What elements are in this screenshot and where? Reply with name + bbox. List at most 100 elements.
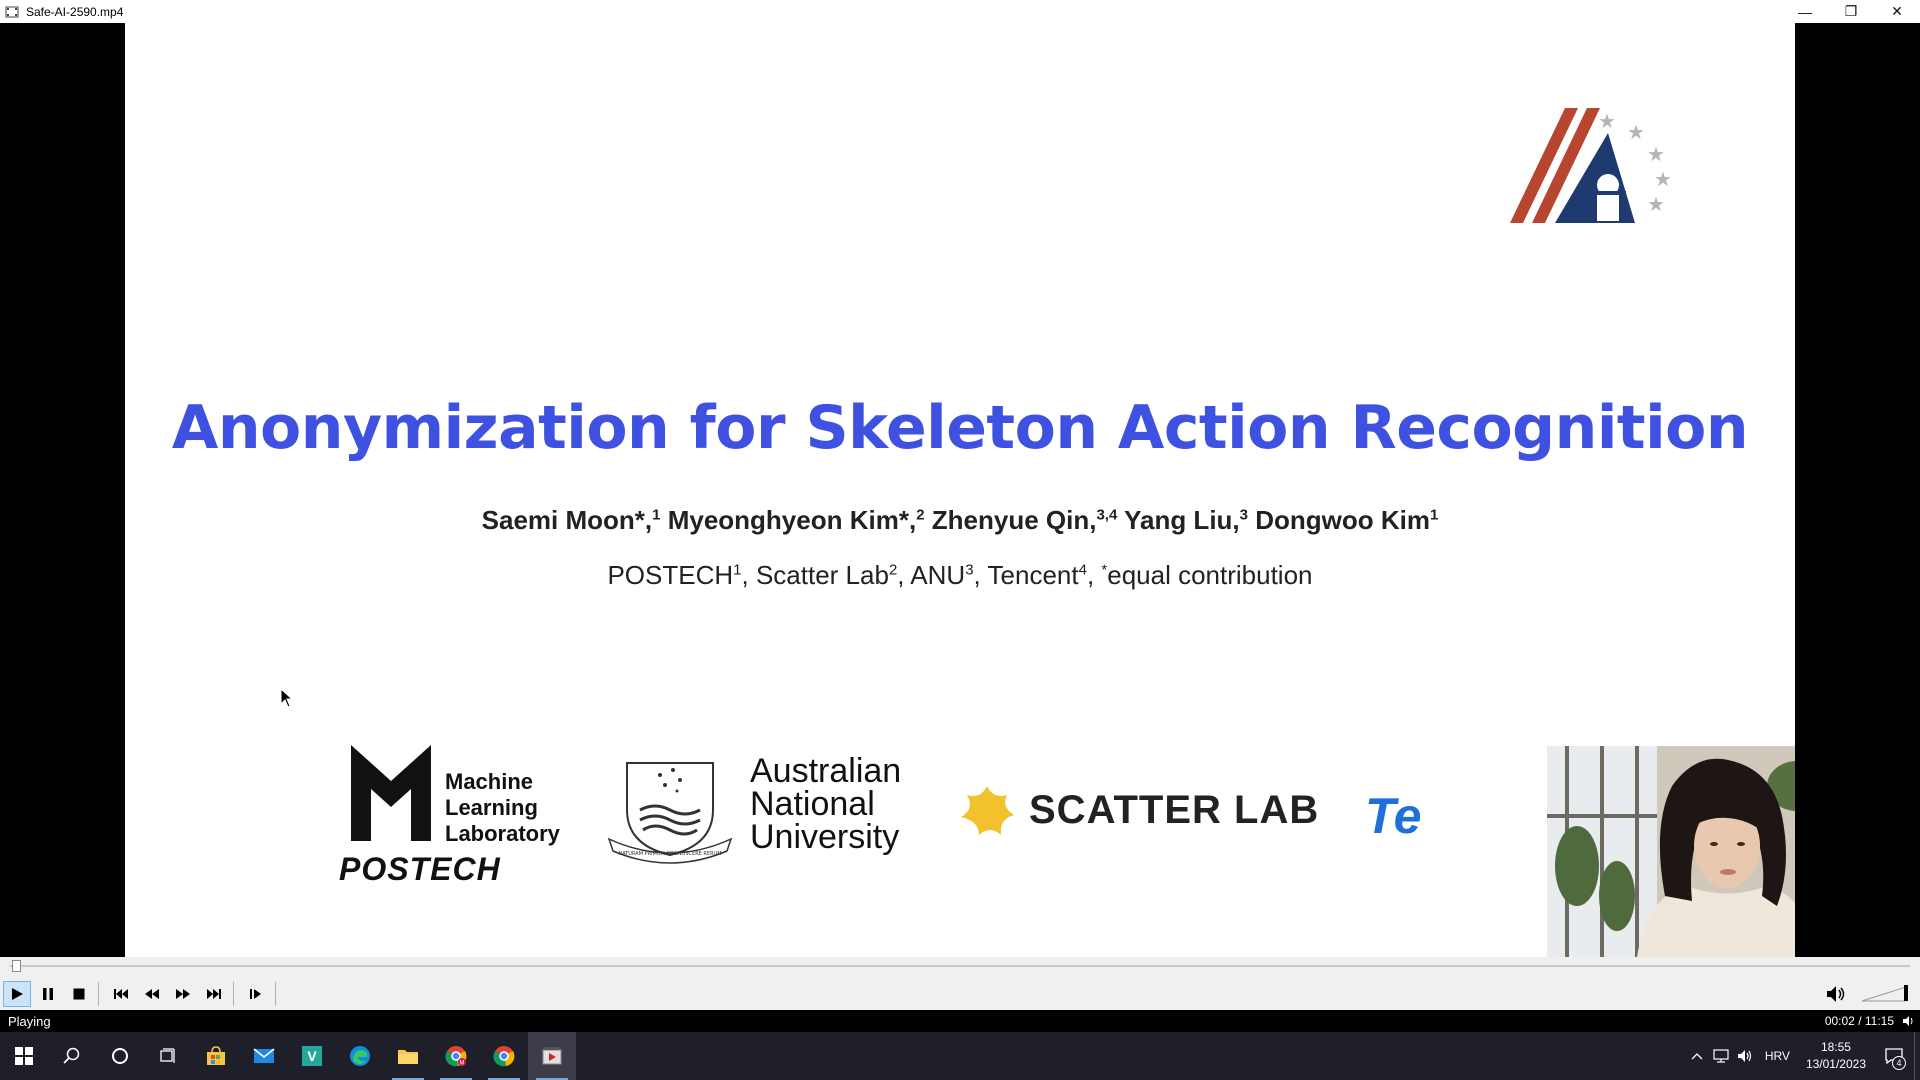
postech-wordmark: POSTECH [339, 851, 501, 887]
video-area[interactable]: ★ ★ ★ ★ ★ Anonymization for Skeleton Act… [0, 23, 1920, 957]
windows-taskbar: V M HRV 18:55 13/01/2023 4 [0, 1032, 1920, 1080]
volume-tray-button[interactable] [1733, 1032, 1757, 1080]
cortana-button[interactable] [96, 1032, 144, 1080]
affiliation-mark: 3 [965, 561, 974, 579]
taskbar-edge[interactable] [336, 1032, 384, 1080]
author-name: Saemi Moon*, [481, 505, 653, 535]
anu-line1: Australian [750, 752, 902, 790]
taskbar-chrome[interactable] [480, 1032, 528, 1080]
author-name: Dongwoo Kim [1255, 505, 1430, 535]
rewind-button[interactable] [138, 981, 166, 1007]
scatter-lab-wordmark: SCATTER LAB [1029, 788, 1320, 832]
frame-step-icon [250, 988, 261, 999]
task-view-icon [160, 1048, 175, 1063]
author-name: Myeonghyeon Kim*, [667, 505, 917, 535]
playback-controls [0, 977, 1920, 1010]
system-tray: HRV 18:55 13/01/2023 4 [1685, 1032, 1920, 1080]
window-title: Safe-AI-2590.mp4 [26, 4, 124, 19]
taskbar-media-player[interactable] [528, 1032, 576, 1080]
mll-line2: Learning [445, 795, 538, 820]
folder-icon [398, 1050, 418, 1064]
seek-thumb[interactable] [11, 960, 21, 972]
restore-button[interactable]: ❐ [1828, 0, 1874, 23]
seek-track[interactable] [10, 965, 1910, 967]
volume-slider[interactable] [1860, 983, 1910, 1003]
mail-envelope-icon [253, 1048, 275, 1063]
fast-forward-button[interactable] [169, 981, 197, 1007]
taskbar-file-explorer[interactable] [384, 1032, 432, 1080]
scatter-star-icon [961, 786, 1014, 835]
mll-line3: Laboratory [445, 821, 560, 846]
taskbar-clock[interactable]: 18:55 13/01/2023 [1798, 1039, 1874, 1073]
equal-contribution-text: equal contribution [1107, 560, 1313, 590]
mll-m-icon [351, 745, 431, 841]
show-desktop-button[interactable] [1914, 1032, 1920, 1080]
mute-button[interactable] [1824, 981, 1850, 1007]
svg-text:★: ★ [1647, 192, 1665, 216]
taskbar-search-button[interactable] [48, 1032, 96, 1080]
v-app-icon: V [302, 1046, 322, 1066]
play-button[interactable] [3, 980, 31, 1007]
taskbar-chrome-profile[interactable]: M [432, 1032, 480, 1080]
seek-bar[interactable] [0, 957, 1920, 977]
author-name: Yang Liu, [1124, 505, 1240, 535]
svg-text:★: ★ [1647, 142, 1665, 166]
tray-overflow-button[interactable] [1685, 1032, 1709, 1080]
start-button[interactable] [0, 1032, 48, 1080]
rewind-icon [145, 988, 159, 999]
svg-text:M: M [460, 1061, 465, 1067]
skip-next-icon [207, 988, 221, 999]
slide-authors: Saemi Moon*, 1 Myeonghyeon Kim*,2 Zhenyue… [125, 505, 1795, 536]
author-name: Zhenyue Qin, [931, 505, 1097, 535]
media-player-icon [542, 1047, 562, 1065]
affiliation-name: Scatter Lab [755, 560, 889, 590]
taskbar-mail[interactable] [240, 1032, 288, 1080]
chrome-profile-icon: M [445, 1046, 467, 1067]
affiliation-mark: 4 [1078, 561, 1087, 579]
network-icon [1713, 1049, 1729, 1063]
pause-button[interactable] [34, 981, 62, 1007]
network-button[interactable] [1709, 1032, 1733, 1080]
action-center-button[interactable]: 4 [1874, 1032, 1914, 1080]
slide-title: Anonymization for Skeleton Action Recogn… [171, 393, 1749, 463]
search-icon [63, 1047, 80, 1064]
next-button[interactable] [200, 981, 228, 1007]
time-display: 00:02 / 11:15 [1824, 1014, 1894, 1028]
affiliation-name: POSTECH [607, 560, 734, 590]
taskbar-store[interactable] [192, 1032, 240, 1080]
svg-text:★: ★ [1598, 109, 1616, 133]
notification-count: 4 [1892, 1056, 1906, 1070]
stop-button[interactable] [65, 981, 93, 1007]
input-language[interactable]: HRV [1757, 1049, 1798, 1063]
tencent-wordmark: Te [1365, 788, 1422, 844]
previous-button[interactable] [107, 981, 135, 1007]
chrome-icon [493, 1046, 515, 1067]
anu-crest-icon: NATURAM PRIMUM COGNOSCERE RERUM [607, 762, 733, 864]
affiliation-name: ANU [910, 560, 966, 590]
svg-text:V: V [307, 1048, 317, 1064]
edge-browser-icon [350, 1046, 370, 1066]
controls-separator [275, 981, 276, 1006]
playback-status: Playing [8, 1013, 51, 1029]
clock-time: 18:55 [1820, 1040, 1851, 1054]
taskbar-app-v[interactable]: V [288, 1032, 336, 1080]
minimize-button[interactable]: — [1782, 0, 1828, 23]
fast-forward-icon [176, 988, 190, 999]
svg-text:★: ★ [1654, 167, 1672, 191]
close-button[interactable]: ✕ [1874, 0, 1920, 23]
author-affiliation-mark: 2 [916, 506, 925, 524]
presentation-slide: ★ ★ ★ ★ ★ Anonymization for Skeleton Act… [125, 23, 1795, 957]
window-titlebar: Safe-AI-2590.mp4 — ❐ ✕ [0, 0, 1920, 23]
stop-icon [73, 988, 85, 999]
author-affiliation-mark: 1 [1430, 506, 1439, 524]
task-view-button[interactable] [144, 1032, 192, 1080]
volume-icon [1737, 1050, 1751, 1062]
conference-logo: ★ ★ ★ ★ ★ [1510, 108, 1672, 223]
institution-logos: Machine Learning Laboratory POSTECH NATU… [125, 713, 1795, 893]
frame-step-button[interactable] [242, 981, 270, 1007]
video-file-icon [4, 4, 20, 20]
anu-motto: NATURAM PRIMUM COGNOSCERE RERUM [618, 851, 721, 857]
scatter-lab-logo: SCATTER LAB [957, 783, 1319, 838]
controls-separator [98, 981, 99, 1006]
slide-affiliations: POSTECH1, Scatter Lab2, ANU3, Tencent4, … [607, 560, 1313, 590]
